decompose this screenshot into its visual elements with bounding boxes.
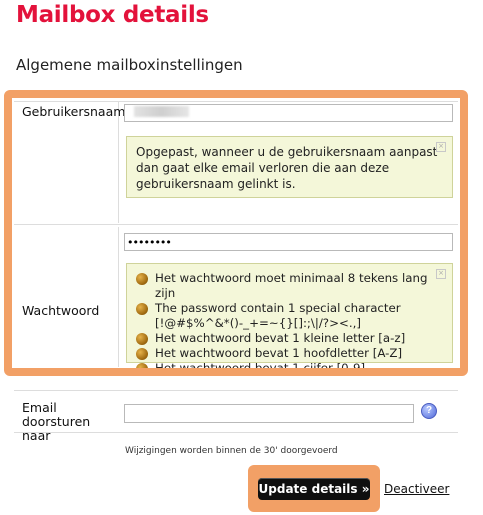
deactivate-link[interactable]: Deactiveer [384,482,449,496]
update-details-button[interactable]: Update details » [258,478,370,500]
changes-note: Wijzigingen worden binnen de 30' doorgev… [125,446,338,456]
forward-label: Email doorsturen naar [22,400,91,443]
highlight-frame [4,90,468,376]
forward-email-input[interactable] [124,404,414,423]
page-title: Mailbox details [16,2,209,28]
section-title: Algemene mailboxinstellingen [16,56,243,74]
help-icon[interactable]: ? [421,403,437,419]
table-divider [14,390,458,391]
